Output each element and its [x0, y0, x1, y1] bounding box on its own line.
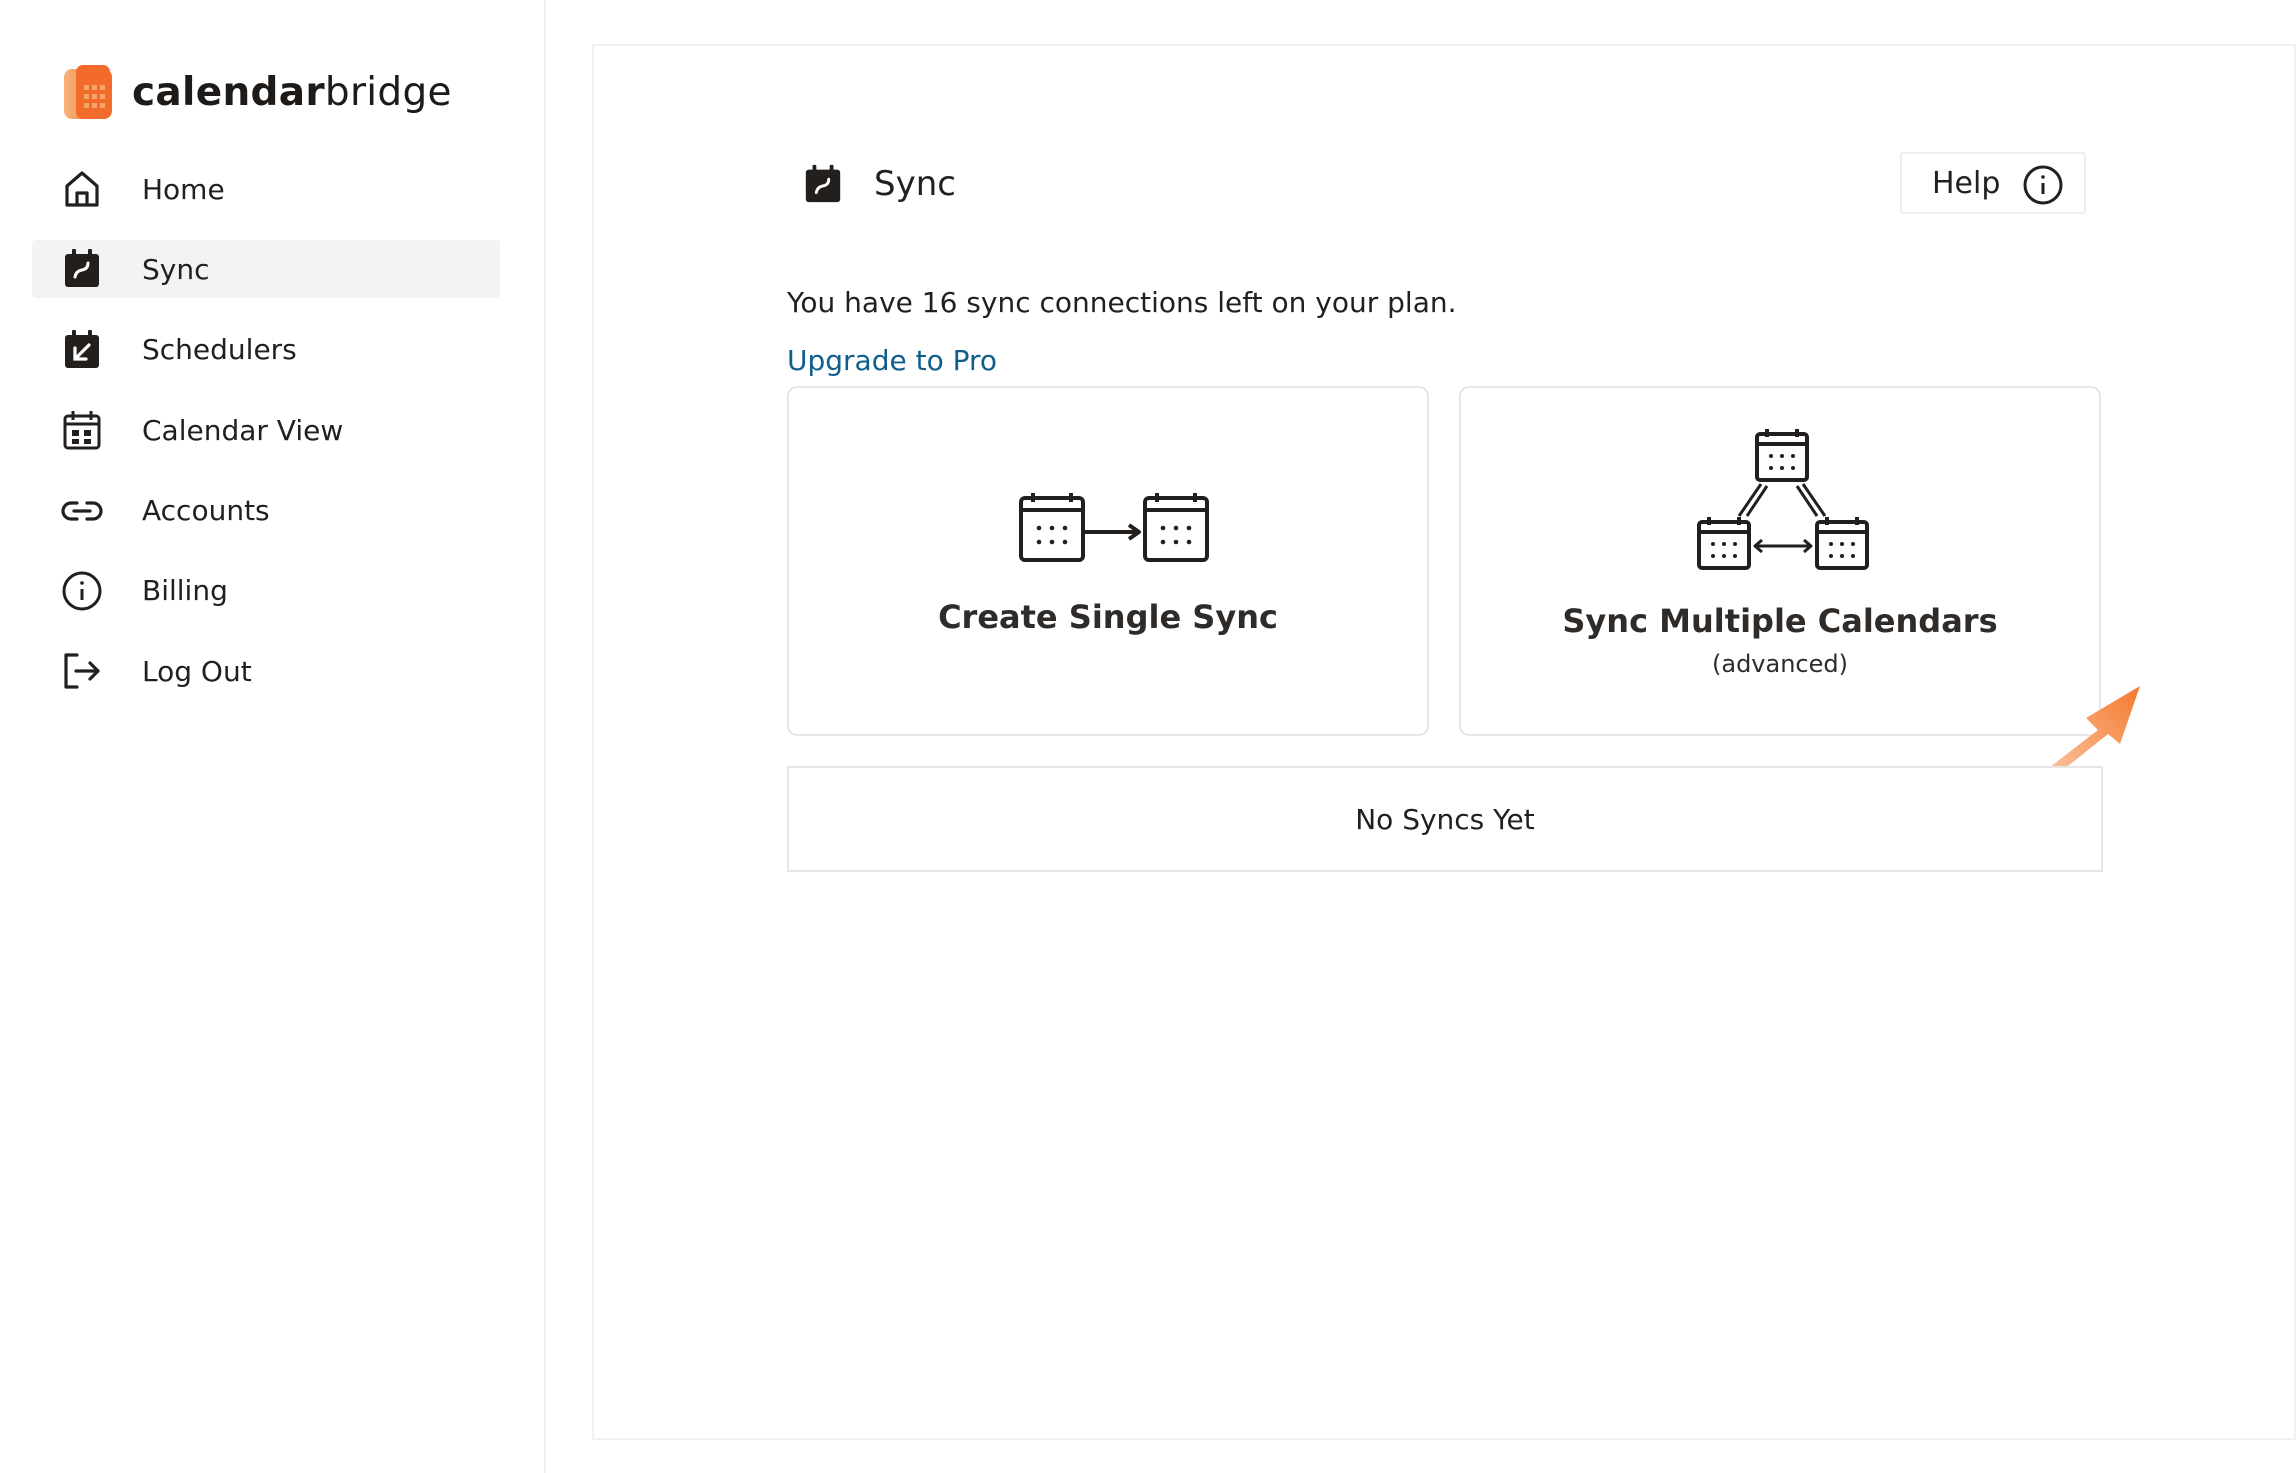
sidebar-item-logout[interactable]: Log Out — [32, 642, 500, 700]
empty-syncs-text: No Syncs Yet — [1355, 802, 1535, 836]
info-icon — [62, 571, 102, 611]
sync-multiple-calendars-title: Sync Multiple Calendars — [1562, 602, 1998, 640]
upgrade-link[interactable]: Upgrade to Pro — [787, 344, 997, 377]
sidebar-item-label: Schedulers — [142, 333, 297, 367]
sidebar-item-billing[interactable]: Billing — [32, 562, 500, 620]
sidebar: calendarbridge Home Sync Schedulers Cale… — [0, 0, 546, 1473]
home-icon — [65, 171, 99, 207]
calendarbridge-logo-icon — [64, 65, 112, 119]
sidebar-item-label: Sync — [142, 252, 210, 286]
brand-logo[interactable]: calendarbridge — [62, 62, 452, 122]
multi-sync-illustration-icon — [1697, 429, 1869, 570]
info-icon — [2023, 165, 2063, 205]
sync-multiple-calendars-subtitle: (advanced) — [1712, 650, 1848, 678]
create-single-sync-title: Create Single Sync — [938, 598, 1278, 636]
sidebar-item-schedulers[interactable]: Schedulers — [32, 321, 500, 379]
sidebar-item-label: Accounts — [142, 494, 270, 528]
help-button-label: Help — [1932, 165, 2001, 201]
sidebar-item-calendar-view[interactable]: Calendar View — [32, 401, 500, 459]
sidebar-item-home[interactable]: Home — [32, 160, 500, 218]
link-icon — [61, 500, 103, 521]
brand-name: calendarbridge — [132, 69, 452, 115]
plan-status-text: You have 16 sync connections left on you… — [787, 286, 1457, 319]
sidebar-item-label: Home — [142, 172, 225, 206]
sidebar-item-label: Calendar View — [142, 413, 344, 447]
sync-multiple-calendars-card[interactable]: Sync Multiple Calendars (advanced) — [1459, 386, 2101, 736]
sync-icon — [805, 164, 841, 203]
help-button[interactable]: Help — [1900, 152, 2086, 214]
logout-icon — [64, 653, 100, 689]
page-header: Sync — [802, 158, 956, 210]
main-panel: Sync Help You have 16 sync connections l… — [592, 44, 2296, 1440]
calendar-icon — [63, 411, 101, 450]
empty-syncs-panel: No Syncs Yet — [787, 766, 2103, 872]
sidebar-item-label: Log Out — [142, 654, 252, 688]
sidebar-item-accounts[interactable]: Accounts — [32, 482, 500, 540]
scheduler-icon — [65, 329, 99, 368]
sidebar-item-label: Billing — [142, 574, 228, 608]
sync-icon — [65, 249, 99, 288]
create-single-sync-card[interactable]: Create Single Sync — [787, 386, 1429, 736]
page-title: Sync — [874, 164, 956, 204]
sidebar-nav: Home Sync Schedulers Calendar View Accou… — [32, 160, 500, 723]
single-sync-illustration-icon — [1019, 493, 1209, 562]
sidebar-item-sync[interactable]: Sync — [32, 240, 500, 299]
